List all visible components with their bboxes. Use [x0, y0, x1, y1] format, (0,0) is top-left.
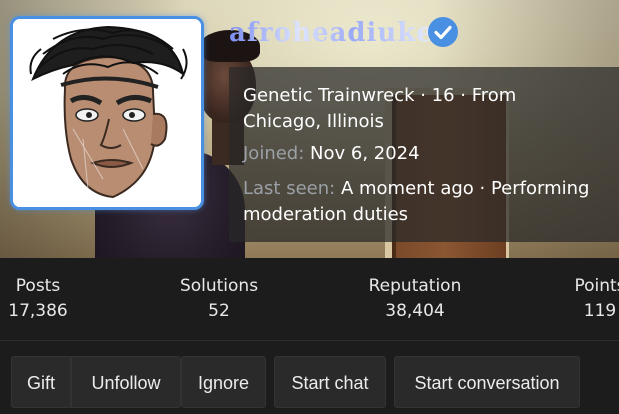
ignore-button[interactable]: Ignore — [181, 356, 266, 408]
gift-button[interactable]: Gift — [11, 356, 71, 408]
stat-reputation[interactable]: Reputation 38,404 — [369, 274, 462, 324]
unfollow-button[interactable]: Unfollow — [71, 356, 181, 408]
stat-label: Posts — [15, 276, 61, 296]
stat-value: 52 — [208, 301, 230, 321]
stat-value: 38,404 — [385, 301, 445, 321]
avatar-drawing — [13, 19, 201, 207]
stat-value: 17,386 — [8, 301, 68, 321]
stat-solutions[interactable]: Solutions 52 — [180, 274, 258, 324]
last-seen-label: Last seen: — [243, 178, 336, 199]
profile-info-panel: Genetic Trainwreck · 16 · From Chicago, … — [229, 67, 619, 242]
profile-stats: Posts 17,386 Solutions 52 Reputation 38,… — [0, 258, 619, 341]
start-chat-button[interactable]: Start chat — [274, 356, 386, 408]
profile-blurb: Genetic Trainwreck · 16 · From Chicago, … — [243, 85, 517, 132]
joined-label: Joined: — [243, 143, 305, 164]
stat-label: Solutions — [179, 276, 259, 296]
avatar[interactable] — [10, 16, 204, 210]
stat-label: Reputation — [368, 276, 462, 296]
joined-value: Nov 6, 2024 — [310, 143, 420, 164]
start-conversation-button[interactable]: Start conversation — [394, 356, 580, 408]
username[interactable]: afroheadiuke — [229, 18, 434, 48]
last-seen-row: Last seen: A moment ago · Performing mod… — [243, 176, 593, 228]
stat-points[interactable]: Points 119 — [574, 274, 619, 324]
stat-value: 119 — [583, 301, 617, 321]
joined-row: Joined: Nov 6, 2024 — [243, 141, 593, 167]
stat-label: Points — [574, 276, 619, 296]
stat-posts[interactable]: Posts 17,386 — [8, 274, 67, 324]
check-circle-icon — [428, 17, 458, 47]
